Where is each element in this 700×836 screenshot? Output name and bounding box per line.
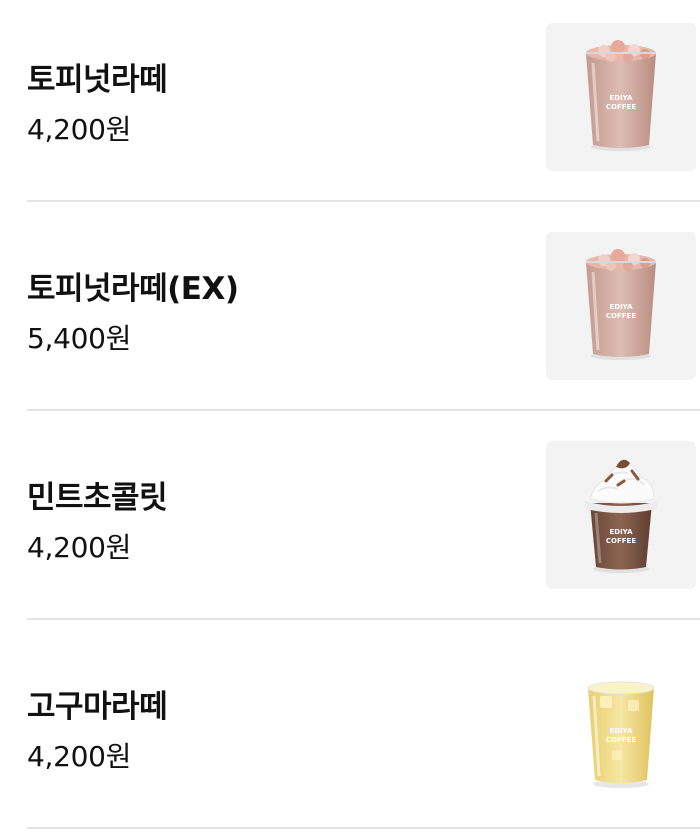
menu-item-name: 민트초콜릿	[27, 480, 168, 516]
item-divider	[27, 618, 700, 620]
toffee-nut-latte-cup-image: EDIYA COFFEE	[586, 40, 656, 151]
cup-logo-line2: COFFEE	[606, 312, 636, 320]
menu-list: 토피넛라떼 4,200원 EDIYA COFFEE 토피넛라떼(EX) 5,40…	[0, 0, 700, 829]
menu-item-name: 토피넛라떼	[27, 62, 168, 98]
menu-item-name: 토피넛라떼(EX)	[27, 271, 239, 307]
item-divider	[27, 409, 700, 411]
menu-item-price: 4,200원	[27, 113, 132, 146]
sweet-potato-latte-cup-image: EDIYA COFFEE	[587, 681, 655, 788]
menu-item-price: 4,200원	[27, 740, 132, 773]
menu-item-thumbnail[interactable]: EDIYA COFFEE	[546, 23, 696, 171]
item-divider	[27, 200, 700, 202]
menu-item-thumbnail[interactable]: EDIYA COFFEE	[546, 650, 696, 798]
menu-item[interactable]: 고구마라떼 4,200원 EDIYA COFFEE	[0, 627, 700, 836]
cup-logo-line1: EDIYA	[609, 303, 633, 311]
menu-item[interactable]: 토피넛라떼(EX) 5,400원 EDIYA COFFEE	[0, 209, 700, 418]
menu-item[interactable]: 민트초콜릿 4,200원 EDIYA COFFEE	[0, 418, 700, 627]
cup-logo-line2: COFFEE	[606, 103, 636, 111]
mint-chocolate-cup-image: EDIYA COFFEE	[584, 459, 658, 573]
cup-logo-line1: EDIYA	[609, 727, 633, 735]
cup-logo-line2: COFFEE	[606, 736, 636, 744]
menu-item-thumbnail[interactable]: EDIYA COFFEE	[546, 441, 696, 589]
menu-item-name: 고구마라떼	[27, 689, 168, 725]
menu-item-price: 4,200원	[27, 531, 132, 564]
menu-item-thumbnail[interactable]: EDIYA COFFEE	[546, 232, 696, 380]
toffee-nut-latte-cup-image: EDIYA COFFEE	[586, 249, 656, 360]
cup-logo-line1: EDIYA	[609, 94, 633, 102]
menu-item-price: 5,400원	[27, 322, 132, 355]
cup-logo-line2: COFFEE	[606, 537, 636, 545]
menu-item[interactable]: 토피넛라떼 4,200원 EDIYA COFFEE	[0, 0, 700, 209]
cup-logo-line1: EDIYA	[609, 528, 633, 536]
